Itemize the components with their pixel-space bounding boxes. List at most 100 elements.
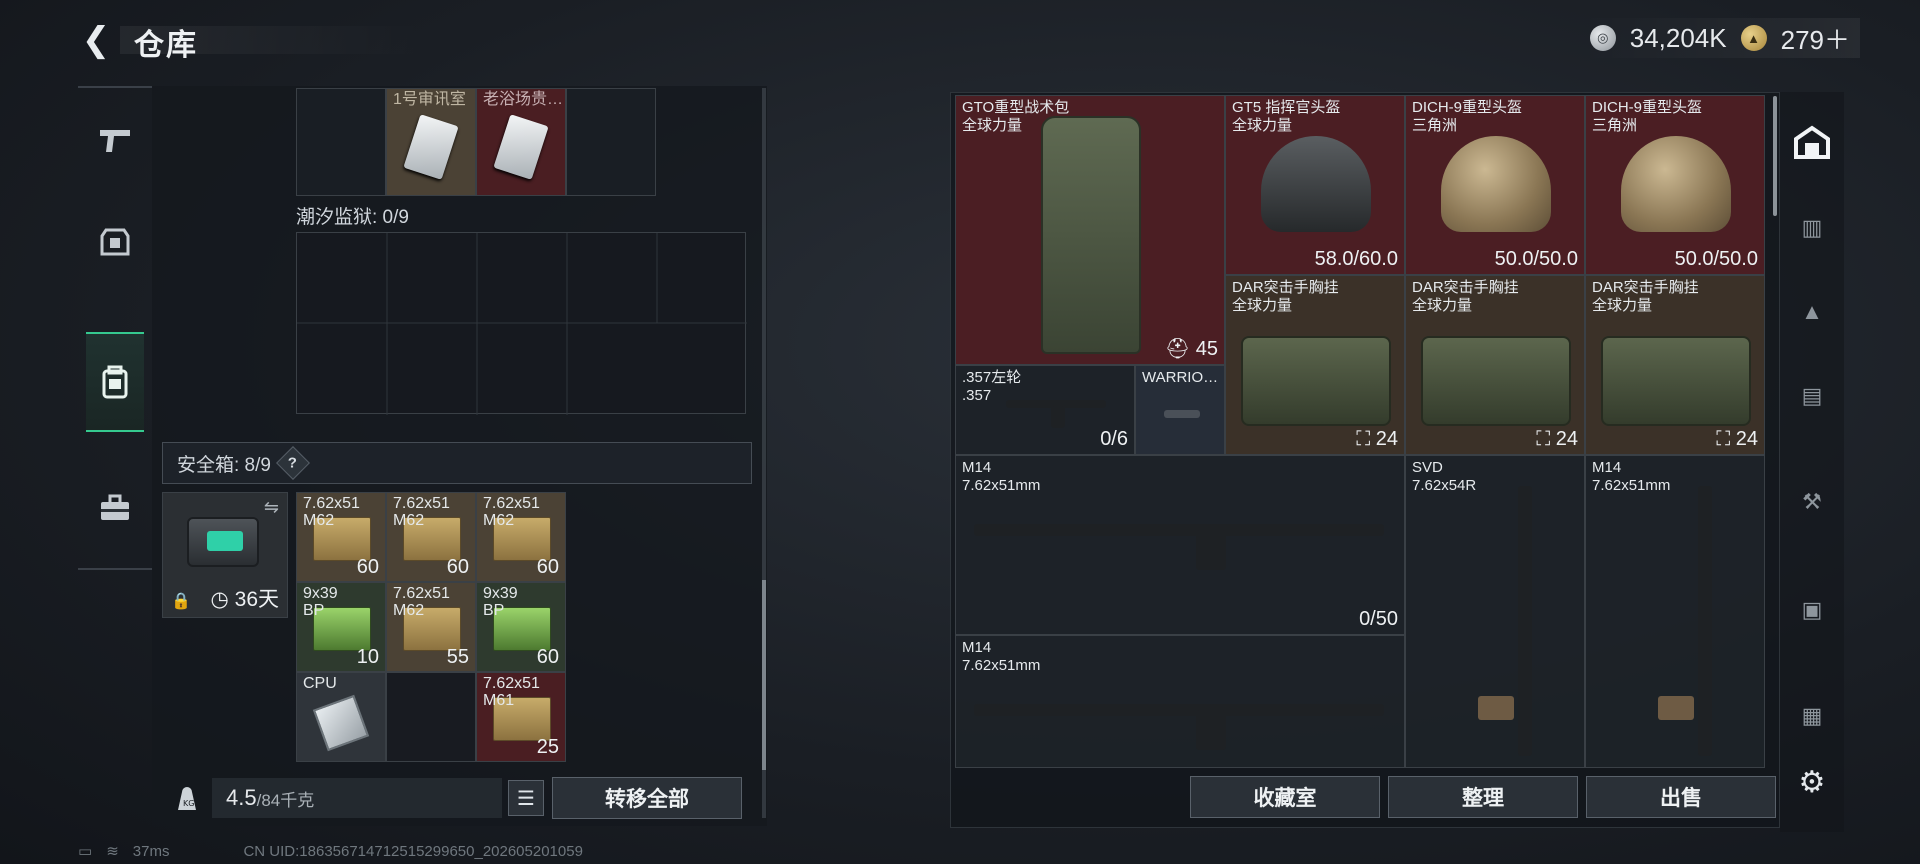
swap-icon[interactable]: ⇋ bbox=[264, 497, 279, 518]
item-label: GT5 指挥官头盔 全球力量 bbox=[1232, 99, 1341, 134]
helmet-image bbox=[1261, 136, 1371, 232]
armor-icon[interactable] bbox=[86, 192, 144, 292]
item-label: DAR突击手胸挂 全球力量 bbox=[1232, 279, 1339, 314]
item-label: 老浴场贵… bbox=[483, 91, 564, 108]
item-capacity: ⛶ 24 bbox=[1356, 428, 1398, 450]
container-slot[interactable] bbox=[296, 88, 386, 196]
container-3b-icon[interactable]: ⚒ bbox=[1788, 478, 1836, 526]
weight-max: /84千克 bbox=[256, 790, 315, 810]
ammo-slot[interactable]: 7.62x51 M62 60 bbox=[386, 492, 476, 582]
helmet-slot[interactable]: DICH-9重型头盔 三角洲 50.0/50.0 bbox=[1405, 95, 1585, 275]
briefcase-icon[interactable] bbox=[86, 458, 144, 558]
item-qty: 60 bbox=[356, 556, 379, 578]
ammo-slot[interactable]: 7.62x51 M61 25 bbox=[476, 672, 566, 762]
vest-image bbox=[1601, 336, 1751, 426]
cpu-slot[interactable]: CPU bbox=[296, 672, 386, 762]
helmet-slot[interactable]: DICH-9重型头盔 三角洲 50.0/50.0 bbox=[1585, 95, 1765, 275]
container-4b-icon[interactable]: ▤ bbox=[1788, 372, 1836, 420]
organize-button[interactable]: 整理 bbox=[1388, 776, 1578, 818]
item-qty: 55 bbox=[446, 646, 469, 668]
transfer-all-button[interactable]: 转移全部 bbox=[552, 777, 742, 819]
ammo-slot[interactable]: 9x39 BP 60 bbox=[476, 582, 566, 672]
safebox-item[interactable]: ⇋ 🔒 ◷ 36天 bbox=[162, 492, 288, 618]
sell-button[interactable]: 出售 bbox=[1586, 776, 1776, 818]
pistol-icon[interactable] bbox=[86, 90, 144, 190]
container-4-icon[interactable]: ▥ bbox=[1788, 204, 1836, 252]
help-icon[interactable]: ? bbox=[276, 446, 310, 480]
rifle-image bbox=[974, 704, 1384, 716]
item-label: M14 7.62x51mm bbox=[962, 459, 1041, 494]
vest-slot[interactable]: DAR突击手胸挂 全球力量 ⛶ 24 bbox=[1225, 275, 1405, 455]
uid: CN UID:18635671471251529965​0_2026052010… bbox=[243, 842, 583, 860]
category-rail bbox=[78, 86, 152, 570]
rifle-slot[interactable]: SVD 7.62x54R bbox=[1405, 455, 1585, 768]
cpu-image bbox=[312, 694, 370, 752]
wifi-icon: ≋ bbox=[106, 843, 119, 860]
vest-image bbox=[1241, 336, 1391, 426]
status-bar: ▭ ≋ 37ms CN UID:18635671471251529965​0_2… bbox=[78, 842, 583, 861]
item-qty: 60 bbox=[536, 556, 559, 578]
item-durability: 58.0/60.0 bbox=[1314, 248, 1398, 270]
helmet-image bbox=[1441, 136, 1551, 232]
item-label: .357左轮 .357 bbox=[962, 369, 1022, 404]
ping: 37ms bbox=[132, 842, 170, 860]
item-label: DICH-9重型头盔 三角洲 bbox=[1592, 99, 1703, 134]
keycard-slot[interactable]: 老浴场贵… bbox=[476, 88, 566, 196]
item-qty: 10 bbox=[356, 646, 379, 668]
ammo-slot[interactable]: 7.62x51 M62 55 bbox=[386, 582, 476, 672]
item-capacity: ⛶ 24 bbox=[1716, 428, 1758, 450]
battery-icon: ▭ bbox=[78, 843, 93, 860]
container-5-icon[interactable]: ▦ bbox=[1788, 692, 1836, 740]
item-label: 9x39 BP bbox=[483, 585, 518, 619]
ammo-slot[interactable]: 7.62x51 M62 60 bbox=[476, 492, 566, 582]
backpack-slot[interactable]: GTO重型战术包 全球力量 ⛑ 45 bbox=[955, 95, 1225, 365]
vest-slot[interactable]: DAR突击手胸挂 全球力量 ⛶ 24 bbox=[1585, 275, 1765, 455]
item-qty: 60 bbox=[536, 646, 559, 668]
warehouse-icon[interactable] bbox=[1788, 118, 1836, 166]
revolver-slot[interactable]: .357左轮 .357 0/6 bbox=[955, 365, 1135, 455]
container-slot[interactable] bbox=[566, 88, 656, 196]
rifle-slot[interactable]: M14 7.62x51mm bbox=[1585, 455, 1765, 768]
item-label: M14 7.62x51mm bbox=[962, 639, 1041, 674]
rifle-slot[interactable]: M14 7.62x51mm 0/50 bbox=[955, 455, 1405, 635]
gear-icon[interactable]: ⚙ bbox=[1788, 758, 1836, 806]
gold-coin-icon: ▲ bbox=[1740, 25, 1767, 51]
item-label: 9x39 BP bbox=[303, 585, 338, 619]
vest-slot[interactable]: DAR突击手胸挂 全球力量 ⛶ 24 bbox=[1405, 275, 1585, 455]
ammo-slot[interactable]: 9x39 BP 10 bbox=[296, 582, 386, 672]
collection-room-button[interactable]: 收藏室 bbox=[1190, 776, 1380, 818]
safebox-header: 安全箱: 8/9 ? bbox=[162, 442, 752, 484]
attachment-slot[interactable]: WARRIO… bbox=[1135, 365, 1225, 455]
item-label: 7.62x51 M62 bbox=[303, 495, 360, 529]
backpack-image bbox=[1041, 116, 1141, 354]
keycard-image bbox=[493, 114, 549, 180]
list-view-icon[interactable]: ☰ bbox=[508, 780, 544, 816]
ammo-slot[interactable]: 7.62x51 M62 60 bbox=[296, 492, 386, 582]
item-capacity: ⛶ 24 bbox=[1536, 428, 1578, 450]
rifle-stock bbox=[1478, 696, 1514, 720]
item-ammo: 0/50 bbox=[1359, 608, 1398, 630]
helmet-image bbox=[1621, 136, 1731, 232]
back-arrow-icon[interactable]: ❮ bbox=[78, 21, 114, 59]
revolver-grip bbox=[1051, 406, 1065, 428]
silver-coin-icon: ◎ bbox=[1589, 25, 1616, 51]
item-label: 7.62x51 M62 bbox=[483, 495, 540, 529]
prison-grid[interactable] bbox=[296, 232, 747, 415]
keycard-slot[interactable]: 1号审讯室 bbox=[386, 88, 476, 196]
container-3-icon[interactable]: ▲ bbox=[1788, 288, 1836, 336]
item-label: 1号审讯室 bbox=[393, 91, 466, 108]
storage-rail: ▥ ▲ ▤ ⚒ ▣ ▦ ⚙ bbox=[1780, 92, 1844, 832]
gold-amount[interactable]: 279＋ bbox=[1781, 20, 1850, 57]
left-scrollbar-thumb[interactable] bbox=[762, 580, 766, 770]
item-label: M14 7.62x51mm bbox=[1592, 459, 1671, 494]
item-durability: ⛑ 45 bbox=[1164, 338, 1218, 360]
item-qty: 60 bbox=[446, 556, 469, 578]
rifle-slot[interactable]: M14 7.62x51mm bbox=[955, 635, 1405, 768]
empty-slot[interactable] bbox=[386, 672, 476, 762]
helmet-slot[interactable]: GT5 指挥官头盔 全球力量 58.0/60.0 bbox=[1225, 95, 1405, 275]
right-scrollbar[interactable] bbox=[1773, 96, 1777, 216]
backpack-icon[interactable] bbox=[86, 332, 144, 432]
rifle-image bbox=[974, 524, 1384, 536]
container-4c-icon[interactable]: ▣ bbox=[1788, 586, 1836, 634]
item-label: 7.62x51 M62 bbox=[393, 495, 450, 529]
